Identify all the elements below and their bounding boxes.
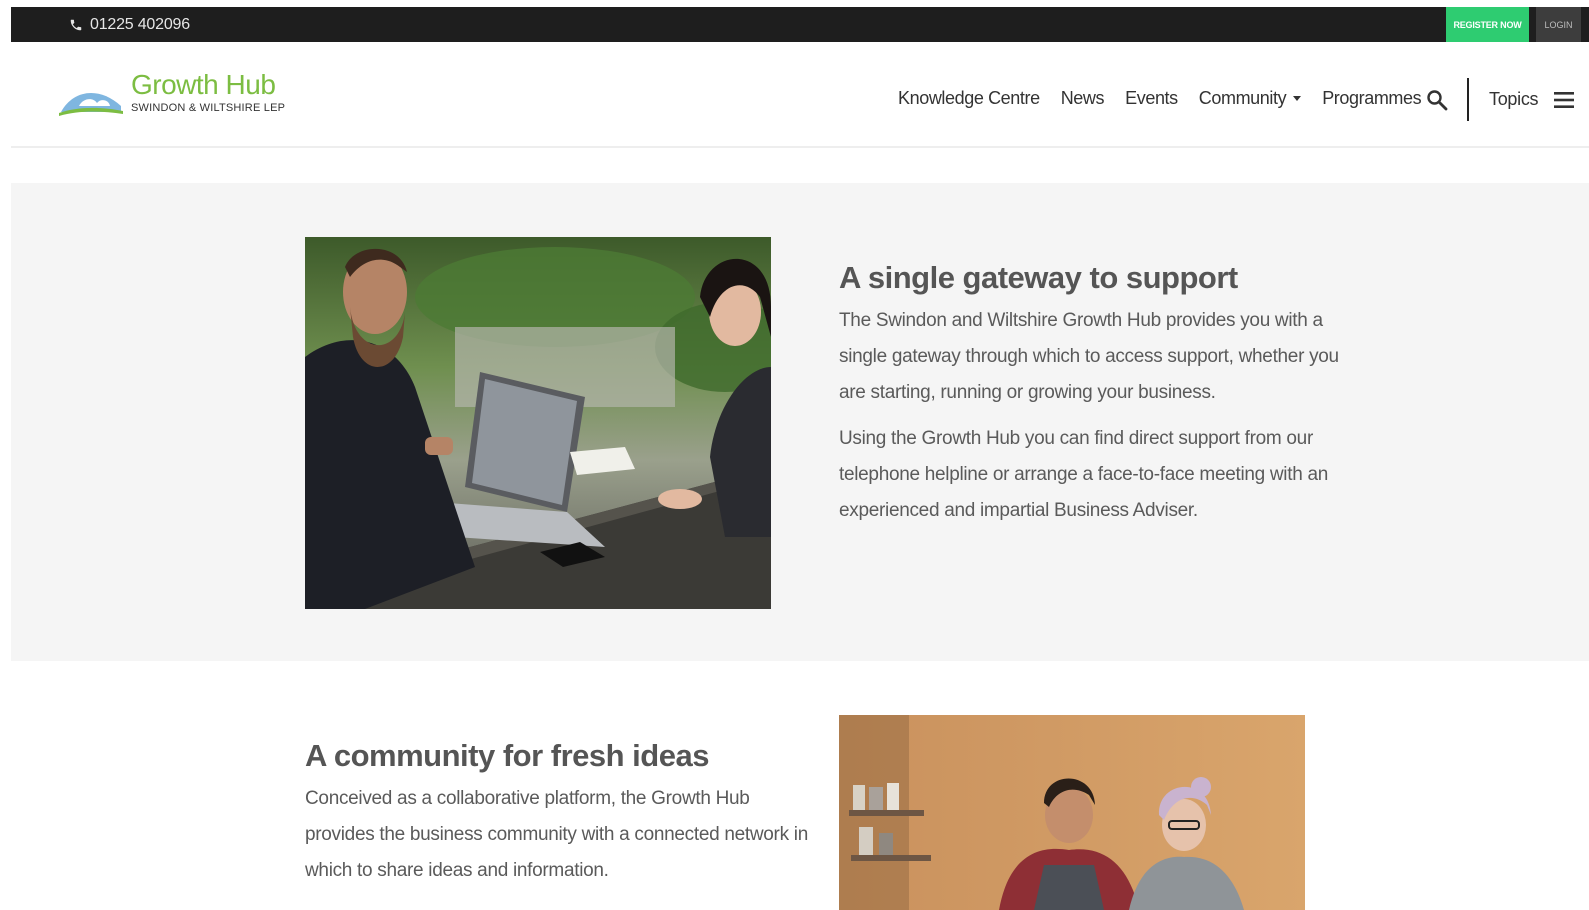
community-heading: A community for fresh ideas — [305, 738, 709, 773]
phone-number[interactable]: 01225 402096 — [69, 7, 190, 42]
phone-text: 01225 402096 — [90, 15, 190, 33]
growth-hub-logo[interactable]: Growth Hub SWINDON & WILTSHIRE LEP — [59, 70, 285, 118]
community-text: A community for fresh ideas Conceived as… — [305, 737, 815, 889]
site-header: Growth Hub SWINDON & WILTSHIRE LEP Knowl… — [11, 42, 1589, 148]
register-now-button[interactable]: REGISTER NOW — [1446, 7, 1529, 42]
gateway-paragraph-2: Using the Growth Hub you can find direct… — [839, 428, 1328, 521]
search-icon[interactable] — [1425, 88, 1449, 112]
nav-news[interactable]: News — [1061, 88, 1105, 109]
topics-link[interactable]: Topics — [1489, 89, 1539, 110]
window-left-edge — [0, 0, 11, 910]
header-divider — [1467, 78, 1469, 121]
community-paragraph-1: Conceived as a collaborative platform, t… — [305, 788, 808, 881]
hamburger-icon[interactable] — [1554, 91, 1574, 109]
nav-knowledge-centre[interactable]: Knowledge Centre — [898, 88, 1040, 109]
gateway-heading: A single gateway to support — [839, 260, 1238, 295]
cafe-workers-photo — [839, 715, 1305, 910]
gateway-text: A single gateway to support The Swindon … — [839, 259, 1339, 529]
phone-icon — [70, 19, 82, 30]
login-button[interactable]: LOGIN — [1536, 7, 1581, 42]
caret-down-icon — [1293, 96, 1302, 102]
nav-community-label: Community — [1198, 87, 1287, 108]
logo-subtitle: SWINDON & WILTSHIRE LEP — [131, 102, 286, 114]
nav-community[interactable]: Community — [1198, 87, 1302, 109]
window-top-edge — [0, 0, 1589, 7]
business-meeting-photo — [305, 237, 771, 609]
main-nav: Knowledge Centre News Events Community P… — [898, 87, 1422, 109]
top-bar: 01225 402096 REGISTER NOW LOGIN — [11, 7, 1589, 42]
gateway-paragraph-1: The Swindon and Wiltshire Growth Hub pro… — [839, 310, 1339, 403]
gateway-section — [11, 183, 1589, 661]
logo-title: Growth Hub — [131, 69, 276, 100]
nav-events[interactable]: Events — [1125, 88, 1178, 109]
logo-hill-icon — [59, 93, 123, 116]
nav-programmes[interactable]: Programmes — [1322, 88, 1421, 109]
